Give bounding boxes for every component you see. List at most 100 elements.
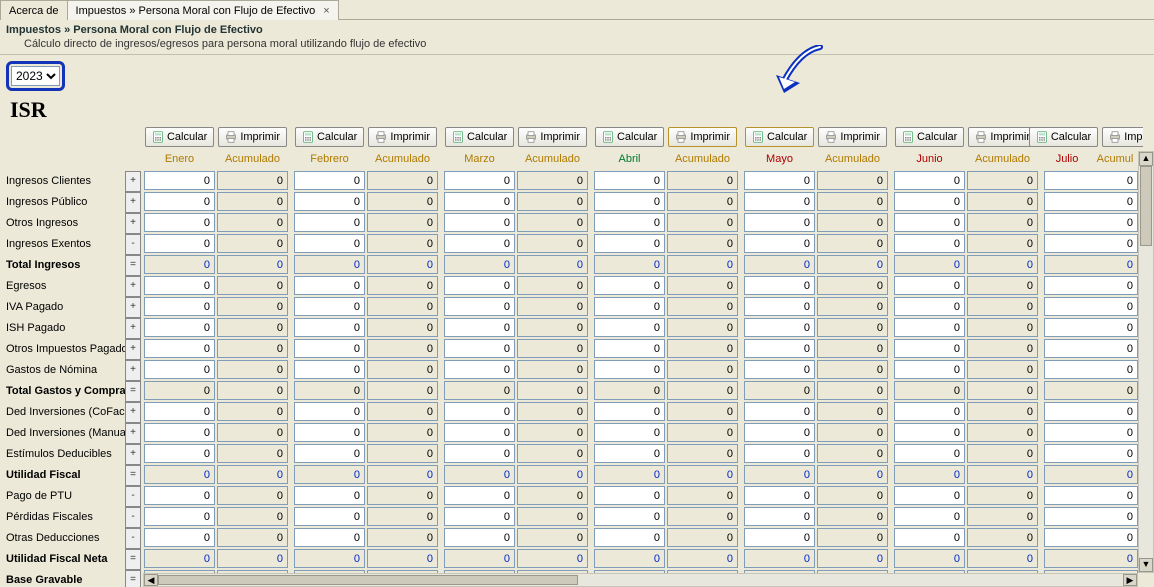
cell-month[interactable]: 0 [594,297,665,316]
cell-month[interactable]: 0 [1044,486,1138,505]
cell-month[interactable]: 0 [1044,318,1138,337]
cell-month[interactable]: 0 [294,507,365,526]
cell-month[interactable]: 0 [294,402,365,421]
calcular-button[interactable]: Calcular [445,127,514,147]
cell-month[interactable]: 0 [894,402,965,421]
cell-month[interactable]: 0 [744,402,815,421]
cell-month[interactable]: 0 [294,360,365,379]
cell-month[interactable]: 0 [294,528,365,547]
cell-month[interactable]: 0 [894,234,965,253]
imprimir-button[interactable]: Imprimir [218,127,287,147]
close-icon[interactable]: × [323,5,329,17]
cell-month[interactable]: 0 [744,339,815,358]
cell-month[interactable]: 0 [444,360,515,379]
cell-month[interactable]: 0 [294,318,365,337]
cell-month[interactable]: 0 [594,192,665,211]
cell-month[interactable]: 0 [744,171,815,190]
cell-month[interactable]: 0 [894,213,965,232]
cell-month[interactable]: 0 [144,234,215,253]
tab-main[interactable]: Impuestos » Persona Moral con Flujo de E… [67,0,339,20]
cell-month[interactable]: 0 [444,444,515,463]
cell-month[interactable]: 0 [744,444,815,463]
cell-month[interactable]: 0 [444,402,515,421]
cell-month[interactable]: 0 [444,276,515,295]
vertical-scrollbar[interactable]: ▲ ▼ [1138,151,1154,573]
cell-month[interactable]: 0 [894,360,965,379]
cell-month[interactable]: 0 [744,297,815,316]
imprimir-button[interactable]: Impr [1102,127,1143,147]
cell-month[interactable]: 0 [594,528,665,547]
cell-month[interactable]: 0 [144,297,215,316]
cell-month[interactable]: 0 [594,444,665,463]
cell-month[interactable]: 0 [144,423,215,442]
cell-month[interactable]: 0 [444,486,515,505]
calcular-button[interactable]: Calcular [595,127,664,147]
cell-month[interactable]: 0 [744,192,815,211]
cell-month[interactable]: 0 [444,339,515,358]
cell-month[interactable]: 0 [144,507,215,526]
cell-month[interactable]: 0 [1044,213,1138,232]
calcular-button[interactable]: Calcular [745,127,814,147]
cell-month[interactable]: 0 [594,276,665,295]
cell-month[interactable]: 0 [444,528,515,547]
cell-month[interactable]: 0 [1044,507,1138,526]
cell-month[interactable]: 0 [594,486,665,505]
cell-month[interactable]: 0 [144,486,215,505]
cell-month[interactable]: 0 [744,528,815,547]
calcular-button[interactable]: Calcular [895,127,964,147]
cell-month[interactable]: 0 [444,297,515,316]
cell-month[interactable]: 0 [1044,444,1138,463]
cell-month[interactable]: 0 [744,276,815,295]
calcular-button[interactable]: Calcular [145,127,214,147]
cell-month[interactable]: 0 [294,297,365,316]
cell-month[interactable]: 0 [1044,360,1138,379]
scroll-thumb[interactable] [1140,166,1152,246]
calcular-button[interactable]: Calcular [1029,127,1098,147]
cell-month[interactable]: 0 [1044,234,1138,253]
cell-month[interactable]: 0 [744,486,815,505]
cell-month[interactable]: 0 [444,171,515,190]
cell-month[interactable]: 0 [1044,423,1138,442]
cell-month[interactable]: 0 [894,276,965,295]
cell-month[interactable]: 0 [144,318,215,337]
cell-month[interactable]: 0 [744,360,815,379]
cell-month[interactable]: 0 [294,171,365,190]
cell-month[interactable]: 0 [594,339,665,358]
cell-month[interactable]: 0 [294,213,365,232]
cell-month[interactable]: 0 [294,339,365,358]
cell-month[interactable]: 0 [894,507,965,526]
scroll-right-icon[interactable]: ▶ [1123,574,1137,586]
cell-month[interactable]: 0 [1044,339,1138,358]
cell-month[interactable]: 0 [594,234,665,253]
cell-month[interactable]: 0 [144,528,215,547]
scroll-down-icon[interactable]: ▼ [1139,558,1153,572]
cell-month[interactable]: 0 [144,339,215,358]
cell-month[interactable]: 0 [594,171,665,190]
cell-month[interactable]: 0 [894,486,965,505]
cell-month[interactable]: 0 [294,486,365,505]
cell-month[interactable]: 0 [894,339,965,358]
cell-month[interactable]: 0 [744,507,815,526]
cell-month[interactable]: 0 [1044,402,1138,421]
cell-month[interactable]: 0 [444,318,515,337]
cell-month[interactable]: 0 [1044,297,1138,316]
cell-month[interactable]: 0 [744,234,815,253]
cell-month[interactable]: 0 [444,423,515,442]
year-select[interactable]: 2023 [11,66,60,86]
cell-month[interactable]: 0 [144,192,215,211]
cell-month[interactable]: 0 [744,213,815,232]
cell-month[interactable]: 0 [594,507,665,526]
tab-about[interactable]: Acerca de [0,0,68,20]
cell-month[interactable]: 0 [1044,192,1138,211]
cell-month[interactable]: 0 [294,423,365,442]
imprimir-button[interactable]: Imprimir [368,127,437,147]
cell-month[interactable]: 0 [894,297,965,316]
cell-month[interactable]: 0 [144,276,215,295]
cell-month[interactable]: 0 [894,318,965,337]
cell-month[interactable]: 0 [1044,171,1138,190]
imprimir-button[interactable]: Imprimir [518,127,587,147]
imprimir-button[interactable]: Imprimir [668,127,737,147]
cell-month[interactable]: 0 [1044,528,1138,547]
cell-month[interactable]: 0 [594,402,665,421]
cell-month[interactable]: 0 [444,192,515,211]
